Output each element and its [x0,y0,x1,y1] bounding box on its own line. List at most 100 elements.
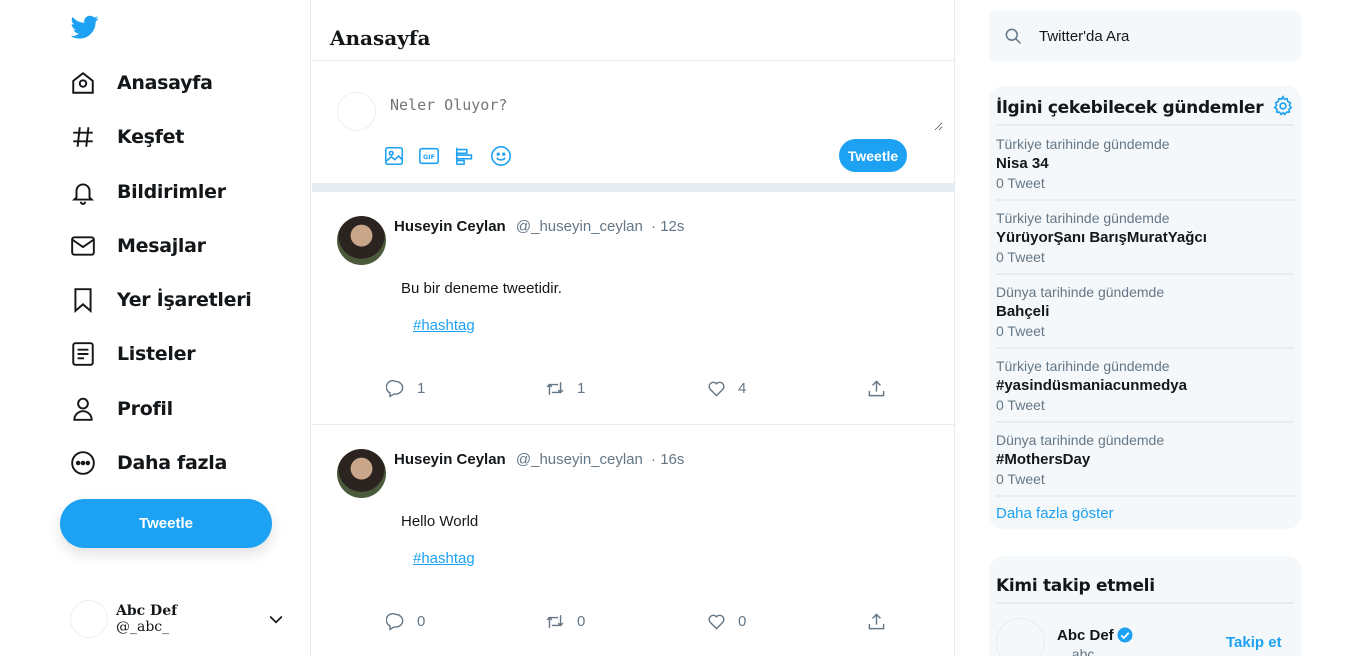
retweet-button[interactable]: 0 [545,612,585,631]
reply-icon [386,613,404,631]
emoji-icon[interactable] [490,145,512,167]
compose-input[interactable] [385,91,943,131]
nav-label: Profil [117,398,173,420]
poll-icon[interactable] [454,145,476,167]
hashtag-icon [68,122,98,152]
nav-item-profile[interactable]: Profil [68,389,173,429]
tweet-header: Huseyin Ceylan @_huseyin_ceylan · 16s [394,451,684,468]
tweet-text: Hello World [401,513,479,530]
nav-item-home[interactable]: Anasayfa [68,63,213,103]
share-button[interactable] [867,612,898,631]
more-circle-icon [68,448,98,478]
nav-item-explore[interactable]: Keşfet [68,117,184,157]
chevron-down-icon[interactable] [266,609,286,629]
follow-button[interactable]: Takip et [1226,634,1282,651]
who-to-follow-panel: Kimi takip etmeli Abc Def _abc_ Takip et [989,556,1301,656]
trend-count: 0 Tweet [996,471,1045,487]
compose-submit-button[interactable]: Tweetle [839,139,907,172]
avatar[interactable] [337,449,386,498]
search-bar[interactable] [989,11,1301,61]
image-icon[interactable] [383,145,405,167]
tweet-time: · 16s [651,451,685,468]
trend-item[interactable]: Türkiye tarihinde gündemde YürüyorŞanı B… [996,210,1294,265]
account-switcher[interactable]: Abc Def @_abc_ [70,599,290,639]
suggestion-name[interactable]: Abc Def [1057,626,1134,644]
retweet-button[interactable]: 1 [545,379,585,398]
main-column: Anasayfa GIF Tweetle Huseyin Ceylan @_hu… [312,0,955,656]
reply-count: 0 [417,613,426,630]
who-to-follow-title: Kimi takip etmeli [996,576,1155,596]
like-count: 4 [738,380,747,397]
like-button[interactable]: 4 [707,379,746,398]
trend-item[interactable]: Dünya tarihinde gündemde Bahçeli 0 Tweet [996,284,1294,339]
list-icon [68,339,98,369]
trend-item[interactable]: Türkiye tarihinde gündemde #yasindüsmani… [996,358,1294,413]
divider [996,421,1294,423]
tweet-button[interactable]: Tweetle [60,499,272,548]
trend-context: Türkiye tarihinde gündemde [996,136,1170,152]
reply-button[interactable]: 0 [386,612,425,631]
share-icon [868,380,885,397]
nav-item-messages[interactable]: Mesajlar [68,226,206,266]
suggestion-handle: _abc_ [1064,646,1103,656]
tweet-author[interactable]: Huseyin Ceylan [394,451,506,468]
gear-icon[interactable] [1272,95,1294,117]
tweet[interactable]: Huseyin Ceylan @_huseyin_ceylan · 12s Bu… [312,192,954,425]
avatar[interactable] [996,618,1045,656]
home-icon [68,68,98,98]
divider [996,602,1294,604]
avatar [70,600,108,638]
tweet-handle: @_huseyin_ceylan [515,451,643,468]
heart-icon [708,381,725,397]
hashtag-link[interactable]: #hashtag [413,317,475,334]
bell-icon [68,177,98,207]
heart-icon [708,614,725,630]
like-button[interactable]: 0 [707,612,746,631]
avatar[interactable] [337,216,386,265]
suggestion-name-text: Abc Def [1057,626,1114,644]
nav-item-more[interactable]: Daha fazla [68,443,227,483]
trend-name: #MothersDay [996,451,1091,468]
account-handle: @_abc_ [116,619,170,635]
nav-label: Mesajlar [117,235,206,257]
account-name: Abc Def [116,603,178,619]
trends-panel: İlgini çekebilecek gündemler Türkiye tar… [989,86,1301,529]
nav-label: Yer İşaretleri [117,289,252,311]
trend-item[interactable]: Türkiye tarihinde gündemde Nisa 34 0 Twe… [996,136,1294,191]
share-icon [868,613,885,630]
nav-label: Keşfet [117,126,185,148]
avatar [337,92,376,131]
nav-item-lists[interactable]: Listeler [68,334,196,374]
nav-label: Bildirimler [117,181,226,203]
nav-label: Daha fazla [117,452,228,474]
svg-text:GIF: GIF [423,153,435,161]
trend-count: 0 Tweet [996,323,1045,339]
retweet-count: 0 [577,613,586,630]
trend-name: Bahçeli [996,303,1050,320]
tweet-author[interactable]: Huseyin Ceylan [394,218,506,235]
nav-label: Anasayfa [117,72,213,94]
search-icon [1005,28,1022,45]
twitter-bird-icon[interactable] [70,13,100,41]
retweet-icon [546,615,564,628]
trend-item[interactable]: Dünya tarihinde gündemde #MothersDay 0 T… [996,432,1294,487]
reply-button[interactable]: 1 [386,379,425,398]
nav-label: Listeler [117,343,196,365]
bookmark-icon [68,285,98,315]
tweet-handle: @_huseyin_ceylan [515,218,643,235]
trend-name: #yasindüsmaniacunmedya [996,377,1187,394]
hashtag-link[interactable]: #hashtag [413,550,475,567]
tweet[interactable]: Huseyin Ceylan @_huseyin_ceylan · 16s He… [312,425,954,656]
trend-count: 0 Tweet [996,397,1045,413]
trends-title: İlgini çekebilecek gündemler [996,98,1264,118]
search-input[interactable] [1039,27,1279,45]
divider [996,495,1294,497]
share-button[interactable] [867,379,898,398]
reply-icon [386,380,404,398]
page-title: Anasayfa [312,0,954,61]
nav-item-notifications[interactable]: Bildirimler [68,172,226,212]
left-sidebar: Anasayfa Keşfet Bildirimler Mesajlar Yer… [0,0,311,656]
nav-item-bookmarks[interactable]: Yer İşaretleri [68,280,252,320]
gif-icon[interactable]: GIF [418,145,440,167]
show-more-link[interactable]: Daha fazla göster [996,505,1114,522]
